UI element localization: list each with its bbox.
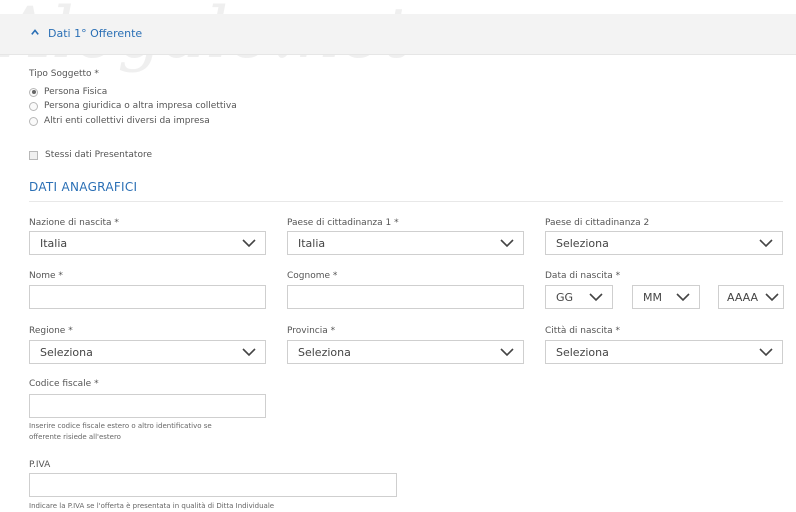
radio-label: Persona giuridica o altra impresa collet… — [44, 101, 237, 111]
stessi-dati-checkbox-row[interactable]: Stessi dati Presentatore — [29, 150, 152, 160]
tipo-soggetto-label: Tipo Soggetto * — [29, 69, 99, 79]
chevron-down-icon — [759, 348, 773, 357]
chevron-down-icon — [242, 348, 256, 357]
radio-altri-enti[interactable]: Altri enti collettivi diversi da impresa — [29, 116, 210, 126]
radio-button[interactable] — [29, 116, 38, 126]
select-value: Seleziona — [298, 346, 351, 359]
chevron-down-icon — [500, 239, 514, 248]
chevron-down-icon — [500, 348, 514, 357]
regione-select[interactable]: Seleziona — [29, 340, 266, 364]
radio-button[interactable] — [29, 101, 38, 111]
select-value: Italia — [298, 237, 326, 250]
regione-label: Regione * — [29, 326, 73, 336]
radio-label: Altri enti collettivi diversi da impresa — [44, 116, 210, 126]
nome-label: Nome * — [29, 271, 63, 281]
data-nascita-year-select[interactable]: AAAA — [718, 285, 784, 309]
piva-label: P.IVA — [29, 460, 51, 470]
data-nascita-month-select[interactable]: MM — [632, 285, 700, 309]
provincia-select[interactable]: Seleziona — [287, 340, 524, 364]
chevron-up-icon — [31, 29, 39, 35]
citta-nascita-select[interactable]: Seleziona — [545, 340, 783, 364]
chevron-down-icon — [765, 293, 779, 302]
section-divider — [29, 201, 783, 202]
nazione-nascita-label: Nazione di nascita * — [29, 218, 119, 228]
select-value: GG — [556, 291, 574, 304]
cognome-input[interactable] — [287, 285, 524, 309]
chevron-down-icon — [242, 239, 256, 248]
section-header-title: Dati 1° Offerente — [48, 27, 143, 40]
paese-cittadinanza1-select[interactable]: Italia — [287, 231, 524, 255]
codice-fiscale-help-line2: offerente risiede all'estero — [29, 433, 121, 441]
select-value: Seleziona — [556, 346, 609, 359]
cognome-label: Cognome * — [287, 271, 338, 281]
select-value: AAAA — [727, 291, 759, 304]
piva-input[interactable] — [29, 473, 397, 497]
paese-cittadinanza2-label: Paese di cittadinanza 2 — [545, 218, 650, 228]
codice-fiscale-help-line1: Inserire codice fiscale estero o altro i… — [29, 422, 212, 430]
codice-fiscale-input[interactable] — [29, 394, 266, 418]
select-value: MM — [643, 291, 662, 304]
select-value: Italia — [40, 237, 68, 250]
codice-fiscale-label: Codice fiscale * — [29, 379, 99, 389]
radio-label: Persona Fisica — [44, 87, 108, 97]
data-nascita-label: Data di nascita * — [545, 271, 621, 281]
section-header-offerente[interactable]: Dati 1° Offerente — [0, 14, 796, 55]
dati-anagrafici-title: DATI ANAGRAFICI — [29, 180, 138, 194]
chevron-down-icon — [676, 293, 690, 302]
chevron-down-icon — [759, 239, 773, 248]
radio-persona-fisica[interactable]: Persona Fisica — [29, 87, 107, 97]
radio-button[interactable] — [29, 87, 38, 97]
provincia-label: Provincia * — [287, 326, 336, 336]
chevron-down-icon — [589, 293, 603, 302]
radio-persona-giuridica[interactable]: Persona giuridica o altra impresa collet… — [29, 101, 237, 111]
paese-cittadinanza1-label: Paese di cittadinanza 1 * — [287, 218, 399, 228]
paese-cittadinanza2-select[interactable]: Seleziona — [545, 231, 783, 255]
nome-input[interactable] — [29, 285, 266, 309]
select-value: Seleziona — [556, 237, 609, 250]
citta-nascita-label: Città di nascita * — [545, 326, 621, 336]
select-value: Seleziona — [40, 346, 93, 359]
data-nascita-day-select[interactable]: GG — [545, 285, 613, 309]
stessi-dati-checkbox[interactable] — [29, 150, 38, 160]
stessi-dati-label: Stessi dati Presentatore — [45, 150, 152, 160]
nazione-nascita-select[interactable]: Italia — [29, 231, 266, 255]
